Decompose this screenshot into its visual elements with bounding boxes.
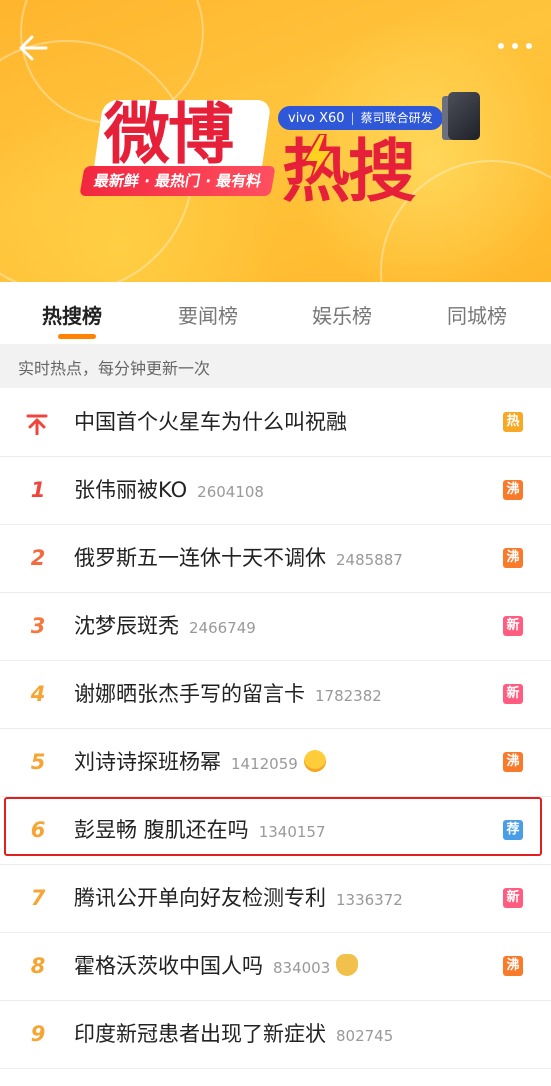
list-item[interactable]: 8 霍格沃茨收中国人吗 834003 沸 xyxy=(0,933,551,1001)
tab-news[interactable]: 要闻榜 xyxy=(178,300,238,329)
update-notice-text: 实时热点，每分钟更新一次 xyxy=(18,359,211,378)
active-tab-indicator xyxy=(58,334,96,339)
update-notice: 实时热点，每分钟更新一次 xyxy=(0,344,551,388)
list-item[interactable]: 2 俄罗斯五一连休十天不调休 2485887 沸 xyxy=(0,525,551,593)
slogan-ribbon: 最新鲜 · 最热门 · 最有料 xyxy=(79,166,276,196)
crying-face-icon xyxy=(303,750,326,772)
heat-count: 802745 xyxy=(336,1027,394,1045)
rank-number: 5 xyxy=(30,750,46,774)
heat-count: 2466749 xyxy=(189,619,256,637)
rank-number: 2 xyxy=(30,546,46,570)
list-item[interactable]: 4 谢娜晒张杰手写的留言卡 1782382 新 xyxy=(0,661,551,729)
rank-number: 7 xyxy=(30,886,46,910)
rank-number: 4 xyxy=(30,682,46,706)
boil-badge: 沸 xyxy=(503,548,523,568)
hot-badge: 热 xyxy=(503,412,523,432)
tab-hot-search[interactable]: 热搜榜 xyxy=(42,300,102,329)
heat-count: 2604108 xyxy=(197,483,264,501)
item-title: 俄罗斯五一连休十天不调休 2485887 xyxy=(74,546,403,570)
boil-badge: 沸 xyxy=(503,752,523,772)
item-title: 彭昱畅 腹肌还在吗 1340157 xyxy=(74,818,326,842)
item-title: 沈梦辰斑秃 2466749 xyxy=(74,614,256,638)
brand-title-weibo: 微博 xyxy=(104,95,234,173)
item-title: 谢娜晒张杰手写的留言卡 1782382 xyxy=(74,682,382,706)
new-badge: 新 xyxy=(503,888,523,908)
hot-search-list: 中国首个火星车为什么叫祝融 热 1 张伟丽被KO 2604108 沸 2 俄罗斯五… xyxy=(0,389,551,1069)
list-item[interactable]: 5 刘诗诗探班杨幂 1412059 沸 xyxy=(0,729,551,797)
tab-entertainment[interactable]: 娱乐榜 xyxy=(312,300,372,329)
list-item[interactable]: 1 张伟丽被KO 2604108 沸 xyxy=(0,457,551,525)
item-title: 印度新冠患者出现了新症状 802745 xyxy=(74,1022,394,1046)
sponsor-tag: 蔡司联合研发 xyxy=(360,111,433,125)
heat-count: 1782382 xyxy=(315,687,382,705)
rank-number: 9 xyxy=(30,1022,46,1046)
boil-badge: 沸 xyxy=(503,956,523,976)
item-title: 张伟丽被KO 2604108 xyxy=(74,478,264,502)
list-item[interactable]: 3 沈梦辰斑秃 2466749 新 xyxy=(0,593,551,661)
sponsor-brand: vivo X60 xyxy=(288,111,345,126)
rank-number: 8 xyxy=(30,954,46,978)
sponsor-badge[interactable]: vivo X60 | 蔡司联合研发 xyxy=(278,106,443,130)
item-title: 霍格沃茨收中国人吗 834003 xyxy=(74,933,359,1002)
ranking-tabs: 热搜榜 要闻榜 娱乐榜 同城榜 xyxy=(0,282,551,344)
heat-count: 2485887 xyxy=(336,551,403,569)
pinned-top-icon xyxy=(26,414,48,435)
new-badge: 新 xyxy=(503,616,523,636)
list-item-pinned[interactable]: 中国首个火星车为什么叫祝融 热 xyxy=(0,389,551,457)
rank-number: 6 xyxy=(30,818,46,842)
more-dots-icon[interactable] xyxy=(493,34,537,58)
item-title: 腾讯公开单向好友检测专利 1336372 xyxy=(74,886,403,910)
hot-search-banner: 微博 热搜 最新鲜 · 最热门 · 最有料 vivo X60 | 蔡司联合研发 xyxy=(0,0,551,282)
heat-count: 1412059 xyxy=(231,755,298,773)
list-item[interactable]: 7 腾讯公开单向好友检测专利 1336372 新 xyxy=(0,865,551,933)
list-item[interactable]: 9 印度新冠患者出现了新症状 802745 xyxy=(0,1001,551,1069)
phone-image xyxy=(448,92,480,140)
recommended-badge: 荐 xyxy=(503,820,523,840)
doge-icon xyxy=(336,954,359,976)
tab-local[interactable]: 同城榜 xyxy=(447,300,507,329)
item-title: 中国首个火星车为什么叫祝融 xyxy=(74,410,347,434)
rank-number: 3 xyxy=(30,614,46,638)
heat-count: 1336372 xyxy=(336,891,403,909)
heat-count: 834003 xyxy=(273,959,331,977)
lightning-bolt-icon xyxy=(302,134,334,182)
boil-badge: 沸 xyxy=(503,480,523,500)
heat-count: 1340157 xyxy=(258,823,326,841)
new-badge: 新 xyxy=(503,684,523,704)
item-title: 刘诗诗探班杨幂 1412059 xyxy=(74,729,326,798)
rank-number: 1 xyxy=(30,478,46,502)
list-item-highlighted[interactable]: 6 彭昱畅 腹肌还在吗 1340157 荐 xyxy=(0,797,551,865)
back-arrow-icon[interactable] xyxy=(16,28,56,68)
